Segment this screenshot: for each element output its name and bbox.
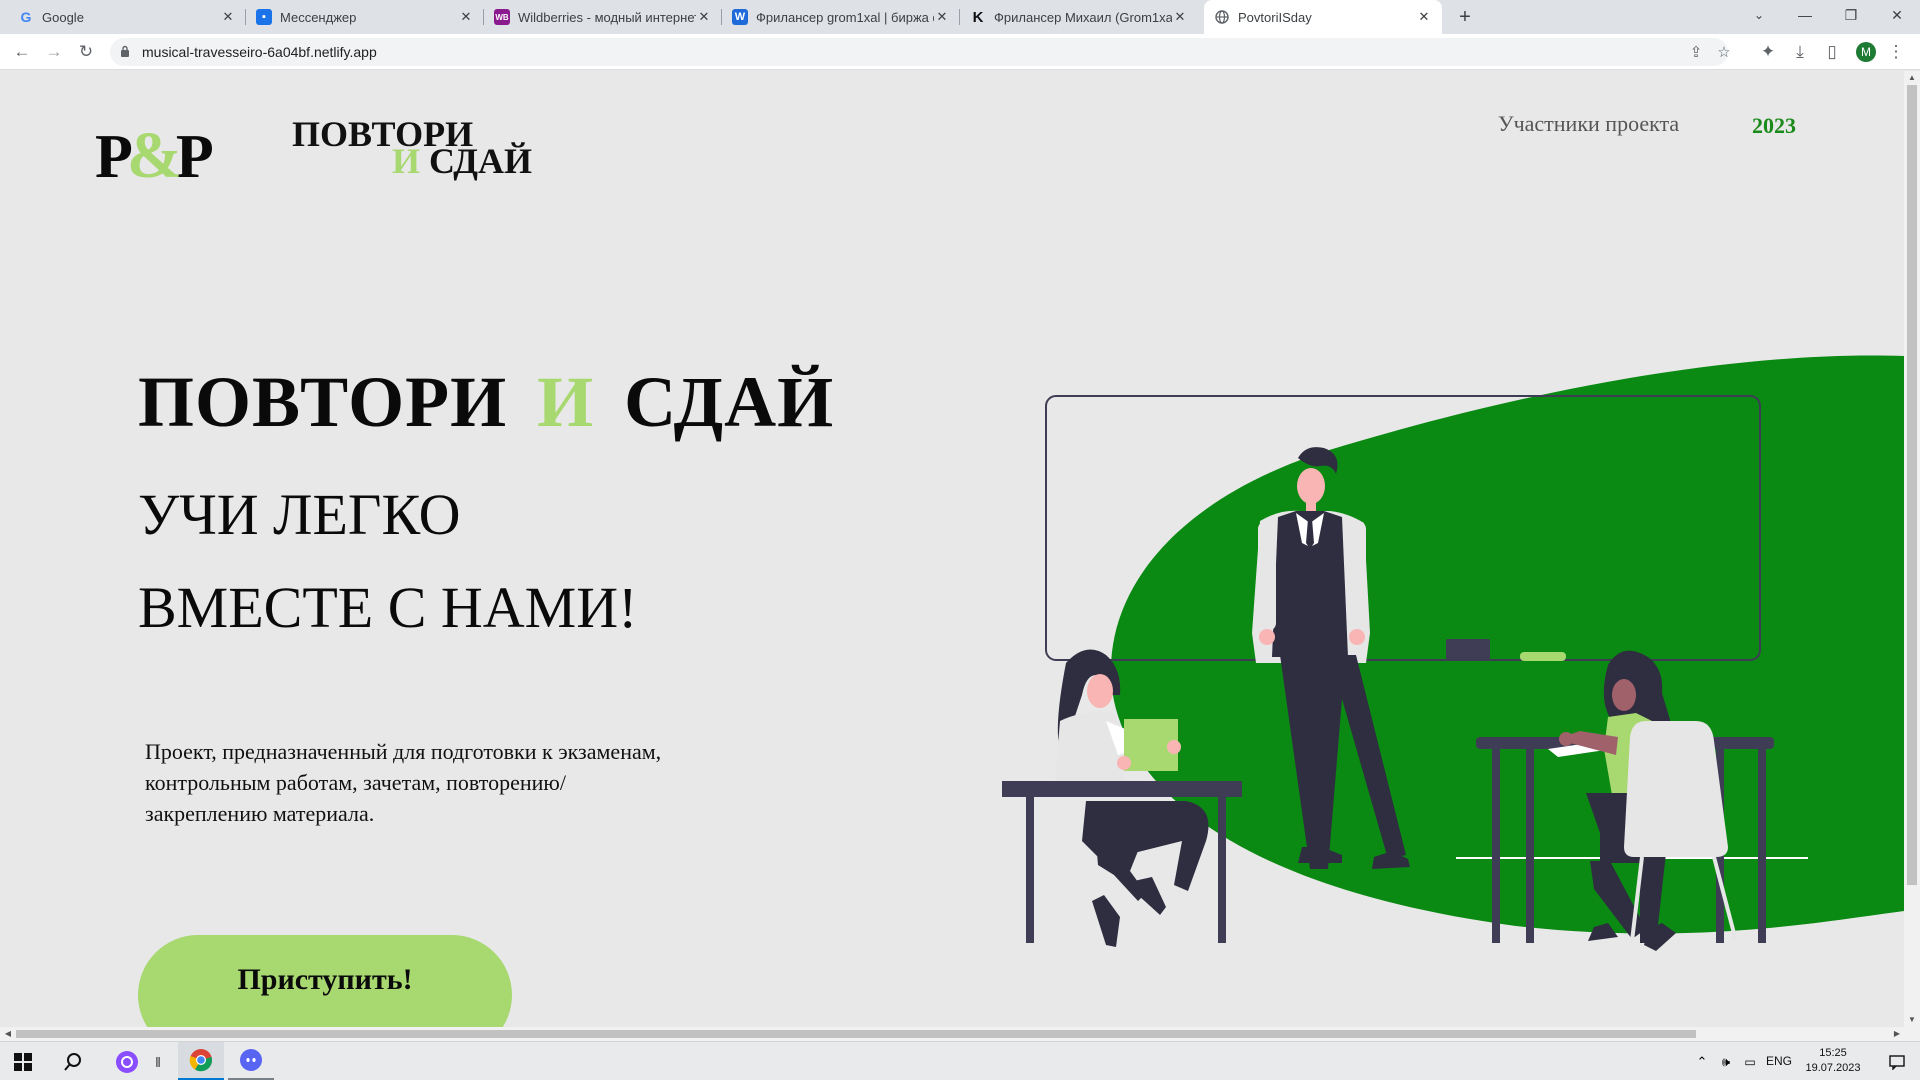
- restore-button[interactable]: ❐: [1828, 0, 1874, 30]
- notifications-icon[interactable]: [1880, 1042, 1914, 1080]
- bookmark-star-icon[interactable]: ☆: [1714, 42, 1734, 62]
- brand-name[interactable]: ПОВТОРИ И СДАЙ: [292, 116, 532, 179]
- scrollbar-thumb[interactable]: [16, 1030, 1696, 1038]
- hero-subtitle-1: УЧИ ЛЕГКО: [138, 482, 461, 547]
- hero-title-and: И: [537, 362, 595, 442]
- tab-wildberries[interactable]: WB Wildberries - модный интернет ✕: [484, 0, 722, 34]
- side-panel-icon[interactable]: ▯: [1820, 40, 1844, 64]
- tab-title: Wildberries - модный интернет: [518, 9, 696, 25]
- back-icon[interactable]: ←: [10, 40, 34, 64]
- tab-title: PovtoriISday: [1238, 9, 1312, 25]
- network-icon[interactable]: ▭: [1740, 1042, 1760, 1080]
- start-button[interactable]: Приступить!: [138, 935, 512, 1027]
- windows-start-icon[interactable]: [0, 1042, 46, 1080]
- hero-title-part1: ПОВТОРИ: [138, 362, 508, 442]
- logo-letter: P: [95, 123, 133, 191]
- close-window-button[interactable]: ✕: [1874, 0, 1920, 30]
- brand-and: И: [392, 141, 421, 181]
- weblancer-icon: W: [732, 9, 748, 25]
- discord-taskbar-icon[interactable]: [228, 1042, 274, 1080]
- hero-subtitle-2: ВМЕСТЕ С НАМИ!: [138, 575, 638, 640]
- nav-link-members[interactable]: Участники проекта: [1498, 111, 1679, 137]
- messenger-icon: ▪: [256, 9, 272, 25]
- lock-icon[interactable]: [120, 45, 130, 58]
- close-icon[interactable]: ✕: [934, 9, 950, 25]
- logo-ampersand: &: [126, 119, 182, 192]
- tab-title: Фрилансер Михаил (Grom1xal) |: [994, 9, 1172, 25]
- tray-chevron-up-icon[interactable]: ⌃: [1692, 1042, 1712, 1080]
- tab-messenger[interactable]: ▪ Мессенджер ✕: [246, 0, 484, 34]
- system-clock[interactable]: 15:25 19.07.2023: [1788, 1046, 1878, 1076]
- forward-icon[interactable]: →: [42, 40, 66, 64]
- share-icon[interactable]: ⇪: [1686, 42, 1706, 62]
- classroom-illustration: [1002, 355, 1904, 951]
- profile-avatar[interactable]: M: [1856, 42, 1876, 62]
- chrome-taskbar-icon[interactable]: [178, 1042, 224, 1080]
- scrollbar-thumb[interactable]: [1907, 85, 1917, 885]
- tab-title: Google: [42, 9, 84, 25]
- brand-line2-text: СДАЙ: [429, 141, 532, 181]
- clock-time: 15:25: [1819, 1047, 1847, 1059]
- browser-toolbar: ← → ↻ musical-travesseiro-6a04bf.netlify…: [0, 34, 1920, 70]
- close-icon[interactable]: ✕: [696, 9, 712, 25]
- tab-title: Фрилансер grom1xal | биржа ф: [756, 9, 934, 25]
- tab-search-icon[interactable]: ⌄: [1736, 0, 1782, 30]
- tab-strip: G Google ✕ ▪ Мессенджер ✕ WB Wildberries…: [0, 0, 1920, 34]
- vertical-scrollbar[interactable]: ▲ ▼: [1904, 71, 1920, 1027]
- menu-kebab-icon[interactable]: ⋮: [1884, 40, 1908, 64]
- taskbar-divider: ‖: [155, 1053, 161, 1070]
- eraser: [1446, 639, 1490, 661]
- hero-title: ПОВТОРИ И СДАЙ: [138, 361, 834, 444]
- nav-link-year[interactable]: 2023: [1752, 113, 1796, 139]
- download-icon[interactable]: ⤓: [1788, 40, 1812, 64]
- extensions-icon[interactable]: ✦: [1756, 40, 1780, 64]
- hero-title-part2: СДАЙ: [624, 362, 835, 442]
- green-background-shape: [1110, 355, 1904, 934]
- site-logo[interactable]: P&P: [95, 123, 214, 191]
- search-icon[interactable]: [50, 1042, 96, 1080]
- left-desk: [1002, 781, 1242, 797]
- wildberries-icon: WB: [494, 9, 510, 25]
- volume-icon[interactable]: 🕪: [1716, 1042, 1736, 1080]
- url-text: musical-travesseiro-6a04bf.netlify.app: [142, 44, 377, 60]
- scroll-down-arrow[interactable]: ▼: [1907, 1015, 1917, 1025]
- hero-description: Проект, предназначенный для подготовки к…: [145, 739, 662, 826]
- close-icon[interactable]: ✕: [458, 9, 474, 25]
- kwork-icon: K: [972, 8, 984, 26]
- close-icon[interactable]: ✕: [1416, 9, 1432, 25]
- address-bar[interactable]: musical-travesseiro-6a04bf.netlify.app ⇪…: [110, 38, 1731, 66]
- page-viewport: P&P ПОВТОРИ И СДАЙ Участники проекта 202…: [0, 71, 1904, 1027]
- tab-povtoriisday[interactable]: PovtoriISday ✕: [1204, 0, 1442, 34]
- tab-kwork[interactable]: K Фрилансер Михаил (Grom1xal) | ✕: [960, 0, 1198, 34]
- minimize-button[interactable]: —: [1782, 0, 1828, 30]
- google-icon: G: [20, 9, 32, 25]
- horizontal-scrollbar[interactable]: ◀ ▶: [0, 1027, 1920, 1041]
- scroll-left-arrow[interactable]: ◀: [3, 1029, 13, 1039]
- windows-taskbar: ‖ ⌃ 🕪 ▭ ENG 15:25 19.07.2023: [0, 1041, 1920, 1080]
- tab-google[interactable]: G Google ✕: [8, 0, 246, 34]
- scroll-up-arrow[interactable]: ▲: [1907, 73, 1917, 83]
- tab-title: Мессенджер: [280, 9, 357, 25]
- alice-assistant-icon[interactable]: [104, 1042, 150, 1080]
- marker: [1520, 652, 1566, 661]
- chair: [1624, 721, 1728, 857]
- tab-weblancer[interactable]: W Фрилансер grom1xal | биржа ф ✕: [722, 0, 960, 34]
- close-icon[interactable]: ✕: [1172, 9, 1188, 25]
- clock-date: 19.07.2023: [1805, 1062, 1861, 1074]
- reload-icon[interactable]: ↻: [74, 40, 98, 64]
- close-icon[interactable]: ✕: [220, 9, 236, 25]
- scroll-right-arrow[interactable]: ▶: [1892, 1029, 1902, 1039]
- globe-icon: [1214, 9, 1230, 25]
- logo-letter: P: [175, 123, 214, 191]
- new-tab-button[interactable]: +: [1453, 5, 1477, 29]
